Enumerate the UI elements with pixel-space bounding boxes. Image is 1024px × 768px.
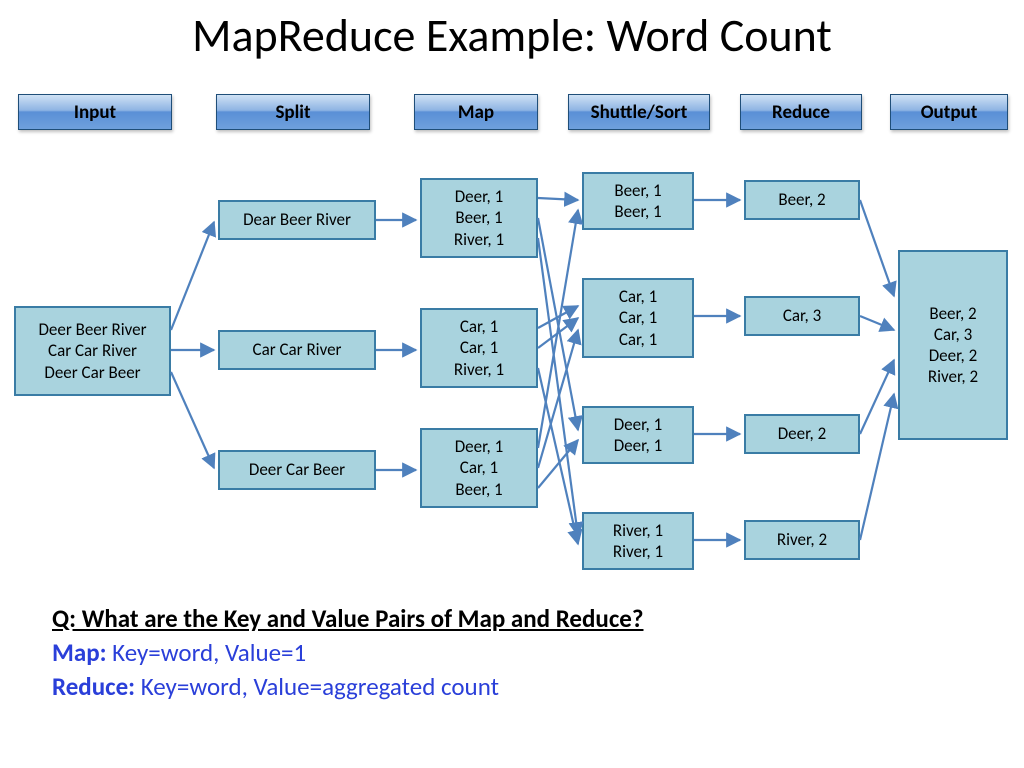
stage-header-map: Map — [414, 94, 538, 130]
qa-reduce-label: Reduce: — [52, 671, 135, 702]
node-map-1: Car, 1 Car, 1 River, 1 — [420, 308, 538, 388]
node-shuttle-3: River, 1 River, 1 — [582, 512, 694, 570]
node-reduce-3: River, 2 — [744, 520, 860, 560]
stage-header-shuttle: Shuttle/Sort — [568, 94, 710, 130]
node-split-2: Deer Car Beer — [218, 450, 376, 490]
qa-map-line: Map: Key=word, Value=1 — [52, 636, 643, 670]
node-shuttle-0: Beer, 1 Beer, 1 — [582, 172, 694, 230]
node-output: Beer, 2 Car, 3 Deer, 2 River, 2 — [898, 250, 1008, 440]
stage-header-output: Output — [890, 94, 1008, 130]
qa-reduce-line: Reduce: Key=word, Value=aggregated count — [52, 670, 643, 704]
qa-question: Q: What are the Key and Value Pairs of M… — [52, 602, 643, 636]
node-split-1: Car Car River — [218, 330, 376, 370]
stage-header-split: Split — [216, 94, 370, 130]
qa-reduce-answer: Key=word, Value=aggregated count — [135, 671, 499, 702]
node-shuttle-1: Car, 1 Car, 1 Car, 1 — [582, 278, 694, 358]
node-reduce-2: Deer, 2 — [744, 414, 860, 454]
qa-map-label: Map: — [52, 637, 107, 668]
stage-header-input: Input — [18, 94, 172, 130]
node-input: Deer Beer River Car Car River Deer Car B… — [14, 306, 171, 396]
qa-map-answer: Key=word, Value=1 — [107, 637, 307, 668]
node-shuttle-2: Deer, 1 Deer, 1 — [582, 406, 694, 464]
node-split-0: Dear Beer River — [218, 200, 376, 240]
node-map-0: Deer, 1 Beer, 1 River, 1 — [420, 178, 538, 258]
node-reduce-0: Beer, 2 — [744, 180, 860, 220]
node-reduce-1: Car, 3 — [744, 296, 860, 336]
slide: { "title": "MapReduce Example: Word Coun… — [0, 0, 1024, 768]
stage-header-reduce: Reduce — [740, 94, 862, 130]
slide-title: MapReduce Example: Word Count — [0, 8, 1024, 64]
node-map-2: Deer, 1 Car, 1 Beer, 1 — [420, 428, 538, 508]
qa-block: Q: What are the Key and Value Pairs of M… — [52, 602, 643, 703]
